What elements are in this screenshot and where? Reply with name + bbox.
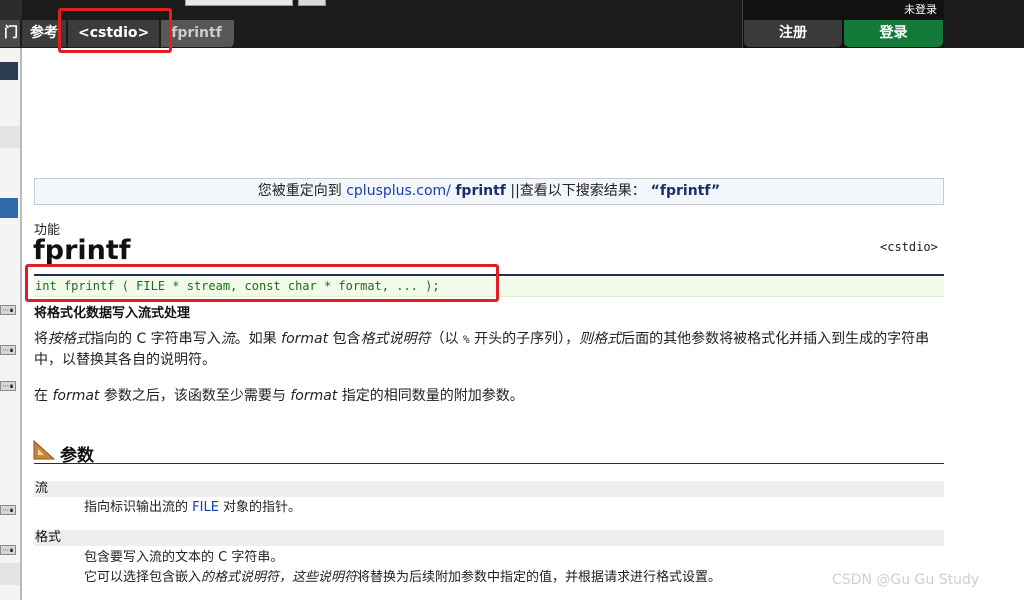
redirect-search-link[interactable]: “fprintf” — [646, 183, 721, 199]
text: 。如果 — [234, 331, 282, 347]
sidebar-band — [0, 126, 20, 148]
param-desc-format-line2: 它可以选择包含嵌入的格式说明符，这些说明符将替换为后续附加参数中指定的值，并根据… — [84, 568, 721, 588]
annotation-highlight-prototype — [25, 264, 499, 302]
breadcrumb-home[interactable]: 门 — [0, 20, 22, 47]
text-italic: 则格式 — [579, 331, 622, 347]
text-italic: format — [281, 331, 329, 347]
text-italic: 格式说明符 — [360, 331, 431, 347]
text: 在 — [34, 388, 53, 404]
text: 指向的 C 字符串写入 — [90, 331, 221, 347]
param-desc-stream: 指向标识输出流的 FILE 对象的指针。 — [84, 498, 301, 518]
text: （以 — [430, 331, 464, 347]
text: 参数之后，该函数至少需要与 — [99, 388, 291, 404]
text-italic: format — [290, 388, 338, 404]
redirect-notice: 您被重定向到 cplusplus.com/ fprintf ||查看以下搜索结果… — [34, 178, 944, 205]
text: 它可以选择包含嵌入 — [84, 570, 202, 585]
redirect-mid: ||查看以下搜索结果： — [505, 183, 646, 199]
text-italic: 的格式说明符，这些说明符 — [201, 570, 358, 585]
type-link[interactable]: FILE — [192, 500, 219, 515]
param-desc-format-line1: 包含要写入流的文本的 C 字符串。 — [84, 550, 284, 565]
register-button[interactable]: 注册 — [744, 20, 842, 47]
watermark: CSDN @Gu Gu Study — [832, 572, 980, 588]
login-status: 未登录 — [904, 3, 937, 16]
text: 包含 — [328, 331, 361, 347]
sidebar-expand-icon[interactable]: ⋯∎ — [0, 381, 16, 391]
text: 指定的相同数量的附加参数。 — [337, 388, 524, 404]
text: 对象的指针。 — [218, 500, 302, 515]
redirect-site-link[interactable]: cplusplus.com/ — [346, 183, 455, 199]
breadcrumb-current: fprintf — [161, 20, 236, 47]
text-italic: 流 — [220, 331, 235, 347]
sidebar-expand-icon[interactable]: ⋯∎ — [0, 545, 16, 555]
redirect-target-link[interactable]: fprintf — [455, 183, 506, 199]
param-name-format: 格式 — [34, 530, 944, 546]
sidebar-expand-icon[interactable]: ⋯∎ — [0, 505, 16, 515]
description-paragraph: 在 format 参数之后，该函数至少需要与 format 指定的相同数量的附加… — [34, 386, 939, 406]
annotation-highlight-breadcrumb — [58, 8, 172, 53]
text-italic: format — [52, 388, 100, 404]
redirect-prefix: 您被重定向到 — [257, 183, 347, 199]
text: 开头的子序列）， — [469, 331, 580, 347]
search-input[interactable] — [185, 0, 293, 6]
description-paragraph: 将按格式指向的 C 字符串写入流。如果 format 包含格式说明符（以 % 开… — [34, 329, 939, 371]
login-button[interactable]: 登录 — [844, 20, 943, 47]
function-summary: 将格式化数据写入流式处理 — [34, 306, 191, 321]
sidebar-band — [0, 563, 20, 585]
site-logo[interactable] — [0, 0, 22, 20]
text: 将替换为后续附加参数中指定的值，并根据请求进行格式设置。 — [357, 570, 722, 585]
section-divider — [34, 463, 944, 464]
ruler-triangle-icon — [33, 440, 55, 460]
page-title: fprintf — [33, 235, 131, 266]
sidebar: ⋯∎ ⋯∎ ⋯∎ ⋯∎ ⋯∎ — [0, 48, 22, 600]
sidebar-book-icon[interactable] — [0, 198, 18, 218]
inline-code: % — [463, 333, 470, 346]
text-italic: 按格式 — [48, 331, 90, 347]
text: 指向标识输出流的 — [84, 500, 193, 515]
text: 将 — [34, 331, 48, 347]
param-name-stream: 流 — [34, 481, 944, 497]
sidebar-expand-icon[interactable]: ⋯∎ — [0, 305, 16, 315]
header-tag: <cstdio> — [880, 240, 938, 254]
sidebar-tab[interactable] — [0, 62, 18, 80]
search-button[interactable] — [298, 0, 326, 6]
sidebar-expand-icon[interactable]: ⋯∎ — [0, 345, 16, 355]
